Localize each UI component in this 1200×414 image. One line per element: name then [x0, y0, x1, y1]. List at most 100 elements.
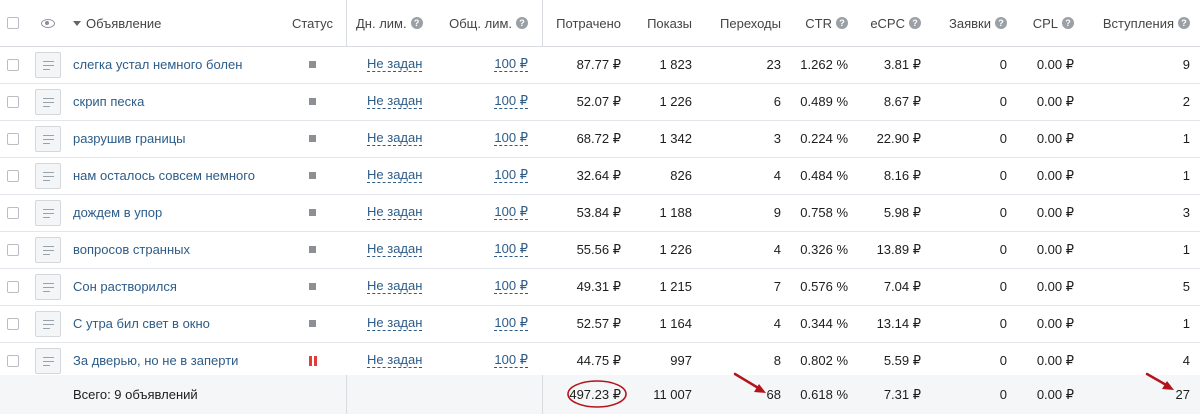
table-row[interactable]: разрушив границы Не задан 100 ₽ 68.72 ₽ 1 34… — [0, 120, 1200, 158]
col-ctr[interactable]: CTR ? — [785, 0, 848, 46]
ad-title-link[interactable]: скрип песка — [73, 94, 144, 109]
ad-thumbnail[interactable] — [35, 194, 63, 231]
help-icon[interactable]: ? — [836, 17, 848, 29]
total-limit-link[interactable]: 100 ₽ — [494, 94, 528, 109]
ad-thumbnail[interactable] — [35, 157, 63, 194]
visibility-toggle[interactable] — [41, 0, 57, 46]
stop-icon[interactable] — [309, 135, 316, 142]
col-leads[interactable]: Заявки ? — [935, 0, 1007, 46]
col-impressions-label: Показы — [647, 15, 692, 31]
ad-thumbnail[interactable] — [35, 305, 63, 342]
impressions-cell: 1 823 — [659, 57, 692, 72]
row-checkbox[interactable] — [7, 95, 19, 108]
ad-title-link[interactable]: С утра бил свет в окно — [73, 316, 210, 331]
ad-thumbnail[interactable] — [35, 231, 63, 268]
ecpc-cell: 8.16 ₽ — [883, 167, 921, 183]
cpl-cell: 0.00 ₽ — [1036, 204, 1074, 220]
table-row[interactable]: Сон растворился Не задан 100 ₽ 49.31 ₽ 1 215… — [0, 268, 1200, 306]
help-icon[interactable]: ? — [1062, 17, 1074, 29]
daily-limit-cell: Не задан — [367, 342, 437, 379]
ad-thumbnail[interactable] — [35, 120, 63, 157]
daily-limit-link[interactable]: Не задан — [367, 205, 423, 220]
ad-title-link[interactable]: нам осталось совсем немного — [73, 168, 255, 183]
footer-joins: 27 — [1175, 387, 1190, 402]
footer-clicks: 68 — [766, 387, 781, 402]
row-checkbox[interactable] — [7, 132, 19, 145]
joins-cell: 4 — [1182, 353, 1190, 368]
col-spent[interactable]: Потрачено — [530, 0, 621, 46]
col-joins[interactable]: Вступления ? — [1090, 0, 1190, 46]
col-clicks[interactable]: Переходы — [700, 0, 781, 46]
impressions-cell: 997 — [670, 353, 692, 368]
help-icon[interactable]: ? — [909, 17, 921, 29]
col-total-limit[interactable]: Общ. лим. ? — [430, 0, 528, 46]
ad-thumbnail[interactable] — [35, 342, 63, 379]
row-checkbox[interactable] — [7, 169, 19, 182]
col-cpl[interactable]: CPL ? — [1010, 0, 1074, 46]
row-checkbox[interactable] — [7, 317, 19, 330]
ad-title-link[interactable]: слегка устал немного болен — [73, 57, 242, 72]
row-checkbox[interactable] — [7, 280, 19, 293]
total-limit-link[interactable]: 100 ₽ — [494, 168, 528, 183]
daily-limit-link[interactable]: Не задан — [367, 316, 423, 331]
help-icon[interactable]: ? — [516, 17, 528, 29]
daily-limit-link[interactable]: Не задан — [367, 168, 423, 183]
col-status-label: Статус — [291, 15, 334, 31]
col-ad[interactable]: Объявление — [73, 0, 273, 46]
table-row[interactable]: дождем в упор Не задан 100 ₽ 53.84 ₽ 1 188 9 0… — [0, 194, 1200, 232]
daily-limit-link[interactable]: Не задан — [367, 131, 423, 146]
help-icon[interactable]: ? — [410, 17, 423, 29]
stop-icon[interactable] — [309, 246, 316, 253]
total-limit-link[interactable]: 100 ₽ — [494, 205, 528, 220]
row-checkbox[interactable] — [7, 243, 19, 256]
select-all-cell — [7, 0, 21, 46]
row-checkbox[interactable] — [7, 206, 19, 219]
col-ad-label: Объявление — [86, 15, 162, 31]
ad-thumbnail[interactable] — [35, 46, 63, 83]
daily-limit-link[interactable]: Не задан — [367, 57, 423, 72]
total-limit-link[interactable]: 100 ₽ — [494, 242, 528, 257]
stop-icon[interactable] — [309, 209, 316, 216]
select-all-checkbox[interactable] — [7, 17, 19, 29]
total-limit-link[interactable]: 100 ₽ — [494, 131, 528, 146]
spent-cell: 55.56 ₽ — [576, 241, 621, 257]
daily-limit-link[interactable]: Не задан — [367, 242, 423, 257]
ad-title-link[interactable]: Сон растворился — [73, 279, 177, 294]
total-limit-link[interactable]: 100 ₽ — [494, 279, 528, 294]
leads-cell: 0 — [999, 168, 1007, 183]
table-row[interactable]: нам осталось совсем немного Не задан 100 ₽… — [0, 157, 1200, 195]
row-checkbox[interactable] — [7, 354, 19, 367]
table-row[interactable]: С утра бил свет в окно Не задан 100 ₽ 52.57… — [0, 305, 1200, 343]
ad-thumbnail[interactable] — [35, 268, 63, 305]
col-status[interactable]: Статус — [285, 0, 340, 46]
total-limit-link[interactable]: 100 ₽ — [494, 353, 528, 368]
ad-title-link[interactable]: За дверью, но не в заперти — [73, 353, 238, 368]
total-limit-link[interactable]: 100 ₽ — [494, 316, 528, 331]
leads-cell: 0 — [999, 242, 1007, 257]
impressions-cell: 1 164 — [659, 316, 692, 331]
col-ecpc[interactable]: eCPC ? — [855, 0, 921, 46]
table-row[interactable]: скрип песка Не задан 100 ₽ 52.07 ₽ 1 226 6 0.4… — [0, 83, 1200, 121]
table-row[interactable]: слегка устал немного болен Не задан 100 ₽ 8… — [0, 46, 1200, 84]
row-checkbox[interactable] — [7, 58, 19, 71]
ad-title-link[interactable]: дождем в упор — [73, 205, 162, 220]
ad-title-link[interactable]: вопросов странных — [73, 242, 190, 257]
help-icon[interactable]: ? — [995, 17, 1007, 29]
daily-limit-link[interactable]: Не задан — [367, 279, 423, 294]
ad-thumbnail[interactable] — [35, 83, 63, 120]
stop-icon[interactable] — [309, 61, 316, 68]
stop-icon[interactable] — [309, 320, 316, 327]
stop-icon[interactable] — [309, 172, 316, 179]
col-impressions[interactable]: Показы — [625, 0, 692, 46]
row-checkbox-cell — [7, 46, 21, 83]
col-daily-limit[interactable]: Дн. лим. ? — [356, 0, 436, 46]
table-row[interactable]: вопросов странных Не задан 100 ₽ 55.56 ₽ 1 2… — [0, 231, 1200, 269]
daily-limit-link[interactable]: Не задан — [367, 353, 423, 368]
pause-icon[interactable] — [308, 355, 317, 366]
daily-limit-link[interactable]: Не задан — [367, 94, 423, 109]
ad-title-link[interactable]: разрушив границы — [73, 131, 186, 146]
help-icon[interactable]: ? — [1178, 17, 1190, 29]
stop-icon[interactable] — [309, 98, 316, 105]
total-limit-link[interactable]: 100 ₽ — [494, 57, 528, 72]
stop-icon[interactable] — [309, 283, 316, 290]
